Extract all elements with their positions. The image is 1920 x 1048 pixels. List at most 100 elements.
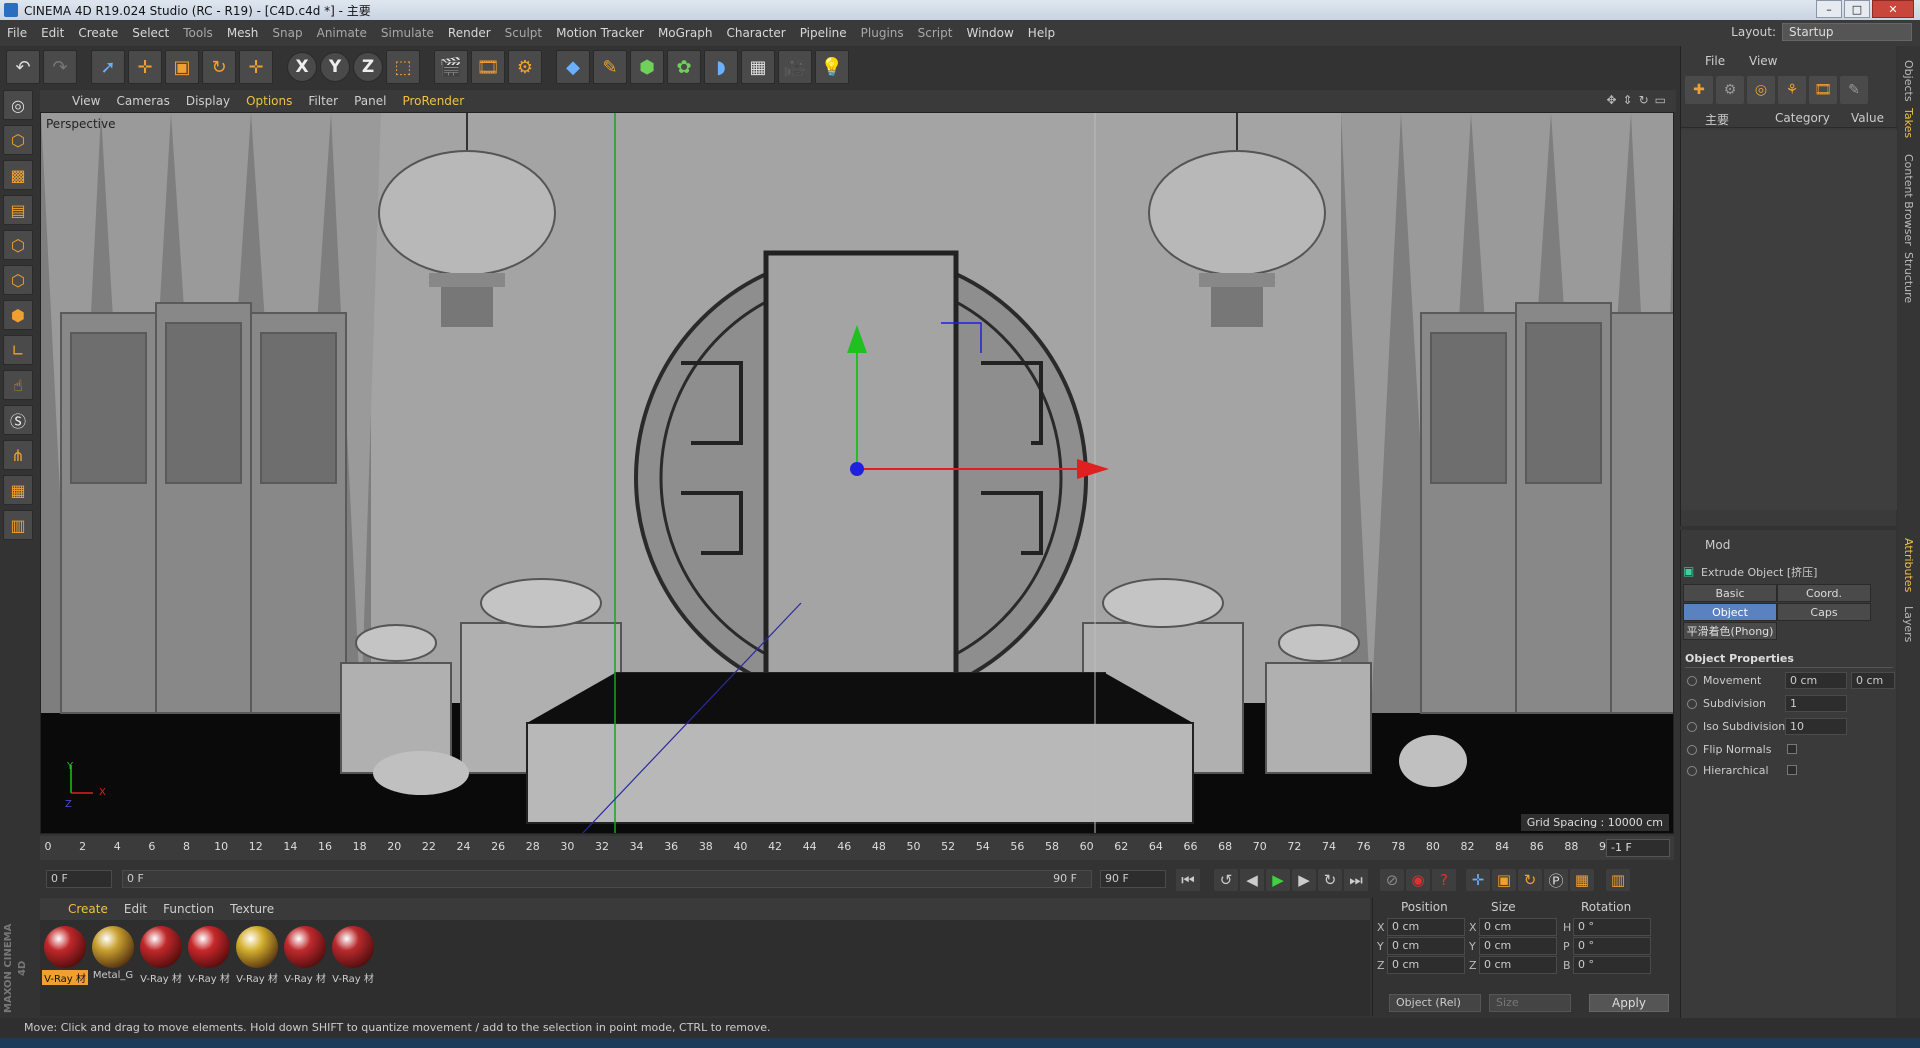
position-field[interactable]: 0 cm — [1387, 937, 1465, 955]
timeline-window-icon[interactable]: ▥ — [1606, 869, 1630, 891]
rotate-tool-icon[interactable]: ↻ — [202, 50, 236, 84]
render-settings-icon[interactable]: ⚙ — [508, 50, 542, 84]
side-tab-content-browser[interactable]: Content Browser — [1902, 154, 1915, 246]
start-frame-field[interactable]: 0 F — [46, 870, 112, 888]
viewport-menu-panel[interactable]: Panel — [346, 94, 394, 108]
position-field[interactable]: 0 cm — [1387, 918, 1465, 936]
rotation-field[interactable]: 0 ° — [1573, 918, 1651, 936]
viewport-move-icon[interactable]: ✥ — [1606, 93, 1616, 107]
hierarchical-checkbox[interactable] — [1787, 765, 1797, 775]
menu-mograph[interactable]: MoGraph — [651, 26, 720, 40]
key-position-icon[interactable]: ✛ — [1466, 869, 1490, 891]
subdivision-surface-icon[interactable]: ⬢ — [630, 50, 664, 84]
size-field[interactable]: 0 cm — [1479, 918, 1557, 936]
movement-field-y[interactable]: 0 cm — [1851, 672, 1895, 689]
object-icon-1[interactable]: ✚ — [1685, 76, 1713, 104]
key-scale-icon[interactable]: ▣ — [1492, 869, 1516, 891]
object-list[interactable] — [1681, 130, 1897, 510]
menu-edit[interactable]: Edit — [34, 26, 71, 40]
undo-icon[interactable]: ↶ — [6, 50, 40, 84]
viewport-zoom-icon[interactable]: ⇕ — [1623, 93, 1633, 107]
menu-character[interactable]: Character — [719, 26, 792, 40]
menu-select[interactable]: Select — [125, 26, 176, 40]
object-icon-3[interactable]: ◎ — [1747, 76, 1775, 104]
cube-primitive-icon[interactable]: ◆ — [556, 50, 590, 84]
material-item[interactable]: V-Ray 材 — [138, 924, 184, 1012]
subdivision-field[interactable]: 1 — [1785, 695, 1847, 712]
go-to-start-icon[interactable]: ⏮ — [1176, 869, 1200, 891]
menu-script[interactable]: Script — [911, 26, 960, 40]
axis-mode-icon[interactable]: ∟ — [3, 335, 33, 365]
menu-sculpt[interactable]: Sculpt — [498, 26, 549, 40]
menu-file[interactable]: File — [0, 26, 34, 40]
play-forward-icon[interactable]: ▶ — [1266, 869, 1290, 891]
material-item[interactable]: Metal_G — [90, 924, 136, 1012]
maximize-button[interactable]: □ — [1844, 0, 1870, 18]
scale-tool-icon[interactable]: ▣ — [165, 50, 199, 84]
tab-object[interactable]: Object — [1683, 603, 1777, 621]
end-frame-field[interactable]: 90 F — [1100, 870, 1166, 888]
timeline-range-slider[interactable]: 0 F 90 F — [122, 870, 1092, 888]
size-mode-dropdown[interactable]: Size — [1489, 994, 1571, 1012]
menu-create[interactable]: Create — [71, 26, 125, 40]
workplane-mode-icon[interactable]: ▤ — [3, 195, 33, 225]
menu-render[interactable]: Render — [441, 26, 498, 40]
array-generator-icon[interactable]: ✿ — [667, 50, 701, 84]
x-axis-lock-button[interactable]: X — [287, 52, 317, 82]
points-mode-icon[interactable]: ⬡ — [3, 230, 33, 260]
light-icon[interactable]: 💡 — [815, 50, 849, 84]
side-tab-attributes[interactable]: Attributes — [1902, 538, 1915, 592]
object-icon-4[interactable]: ⚘ — [1778, 76, 1806, 104]
record-keys-off-icon[interactable]: ⊘ — [1380, 869, 1404, 891]
iso-subdivision-field[interactable]: 10 — [1785, 718, 1847, 735]
texture-mode-icon[interactable]: ▩ — [3, 160, 33, 190]
size-field[interactable]: 0 cm — [1479, 937, 1557, 955]
side-tab-layers[interactable]: Layers — [1902, 606, 1915, 642]
animate-radio[interactable] — [1687, 744, 1697, 755]
viewport-menu-options[interactable]: Options — [238, 94, 300, 108]
camera-icon[interactable]: 🎥 — [778, 50, 812, 84]
attribute-menu-mode[interactable]: Mod — [1705, 538, 1730, 552]
key-rotation-icon[interactable]: ↻ — [1518, 869, 1542, 891]
coordinate-system-icon[interactable]: ⬚ — [386, 50, 420, 84]
side-tab-structure[interactable]: Structure — [1902, 252, 1915, 303]
key-pla-icon[interactable]: ▦ — [1570, 869, 1594, 891]
viewport-menu-cameras[interactable]: Cameras — [108, 94, 177, 108]
menu-snap[interactable]: Snap — [265, 26, 309, 40]
menu-tools[interactable]: Tools — [176, 26, 220, 40]
timeline-ruler[interactable]: 0 2 4 6 8 10 12 14 16 18 20 22 24 26 28 30 32 34 36 38 40 42 4… — [40, 836, 1674, 860]
apply-button[interactable]: Apply — [1589, 994, 1669, 1012]
animate-radio[interactable] — [1687, 721, 1697, 732]
tab-basic[interactable]: Basic — [1683, 584, 1777, 602]
menu-animate[interactable]: Animate — [310, 26, 374, 40]
object-icon-5[interactable]: 🎞 — [1809, 76, 1837, 104]
floor-icon[interactable]: ▦ — [741, 50, 775, 84]
material-item[interactable]: V-Ray 材 — [282, 924, 328, 1012]
material-item[interactable]: V-Ray 材 — [234, 924, 280, 1012]
tweak-mode-icon[interactable]: ☝ — [3, 370, 33, 400]
material-item[interactable]: V-Ray 材 — [42, 924, 88, 1012]
menu-plugins[interactable]: Plugins — [854, 26, 911, 40]
move-tool-icon[interactable]: ✛ — [128, 50, 162, 84]
previous-frame-icon[interactable]: ◀ — [1240, 869, 1264, 891]
position-field[interactable]: 0 cm — [1387, 956, 1465, 974]
tab-phong[interactable]: 平滑着色(Phong) — [1683, 622, 1777, 640]
make-editable-icon[interactable]: ◎ — [3, 90, 33, 120]
workplane-lock-icon[interactable]: ▦ — [3, 475, 33, 505]
material-item[interactable]: V-Ray 材 — [186, 924, 232, 1012]
live-selection-icon[interactable]: ➚ — [91, 50, 125, 84]
redo-icon[interactable]: ↷ — [43, 50, 77, 84]
flip-normals-checkbox[interactable] — [1787, 744, 1797, 754]
perspective-viewport[interactable]: Perspective Y X Z Grid Spacing : 10000 c… — [40, 112, 1674, 834]
tab-caps[interactable]: Caps — [1777, 603, 1871, 621]
material-menu-edit[interactable]: Edit — [116, 902, 155, 916]
render-picture-viewer-icon[interactable]: 🎞 — [471, 50, 505, 84]
minimize-button[interactable]: – — [1816, 0, 1842, 18]
side-tab-objects[interactable]: Objects — [1902, 60, 1915, 102]
material-item[interactable]: V-Ray 材 — [330, 924, 376, 1012]
model-mode-icon[interactable]: ⬡ — [3, 125, 33, 155]
key-parameter-icon[interactable]: Ⓟ — [1544, 869, 1568, 891]
layout-select[interactable]: Startup — [1782, 23, 1912, 41]
animate-radio[interactable] — [1687, 765, 1697, 776]
menu-simulate[interactable]: Simulate — [374, 26, 441, 40]
